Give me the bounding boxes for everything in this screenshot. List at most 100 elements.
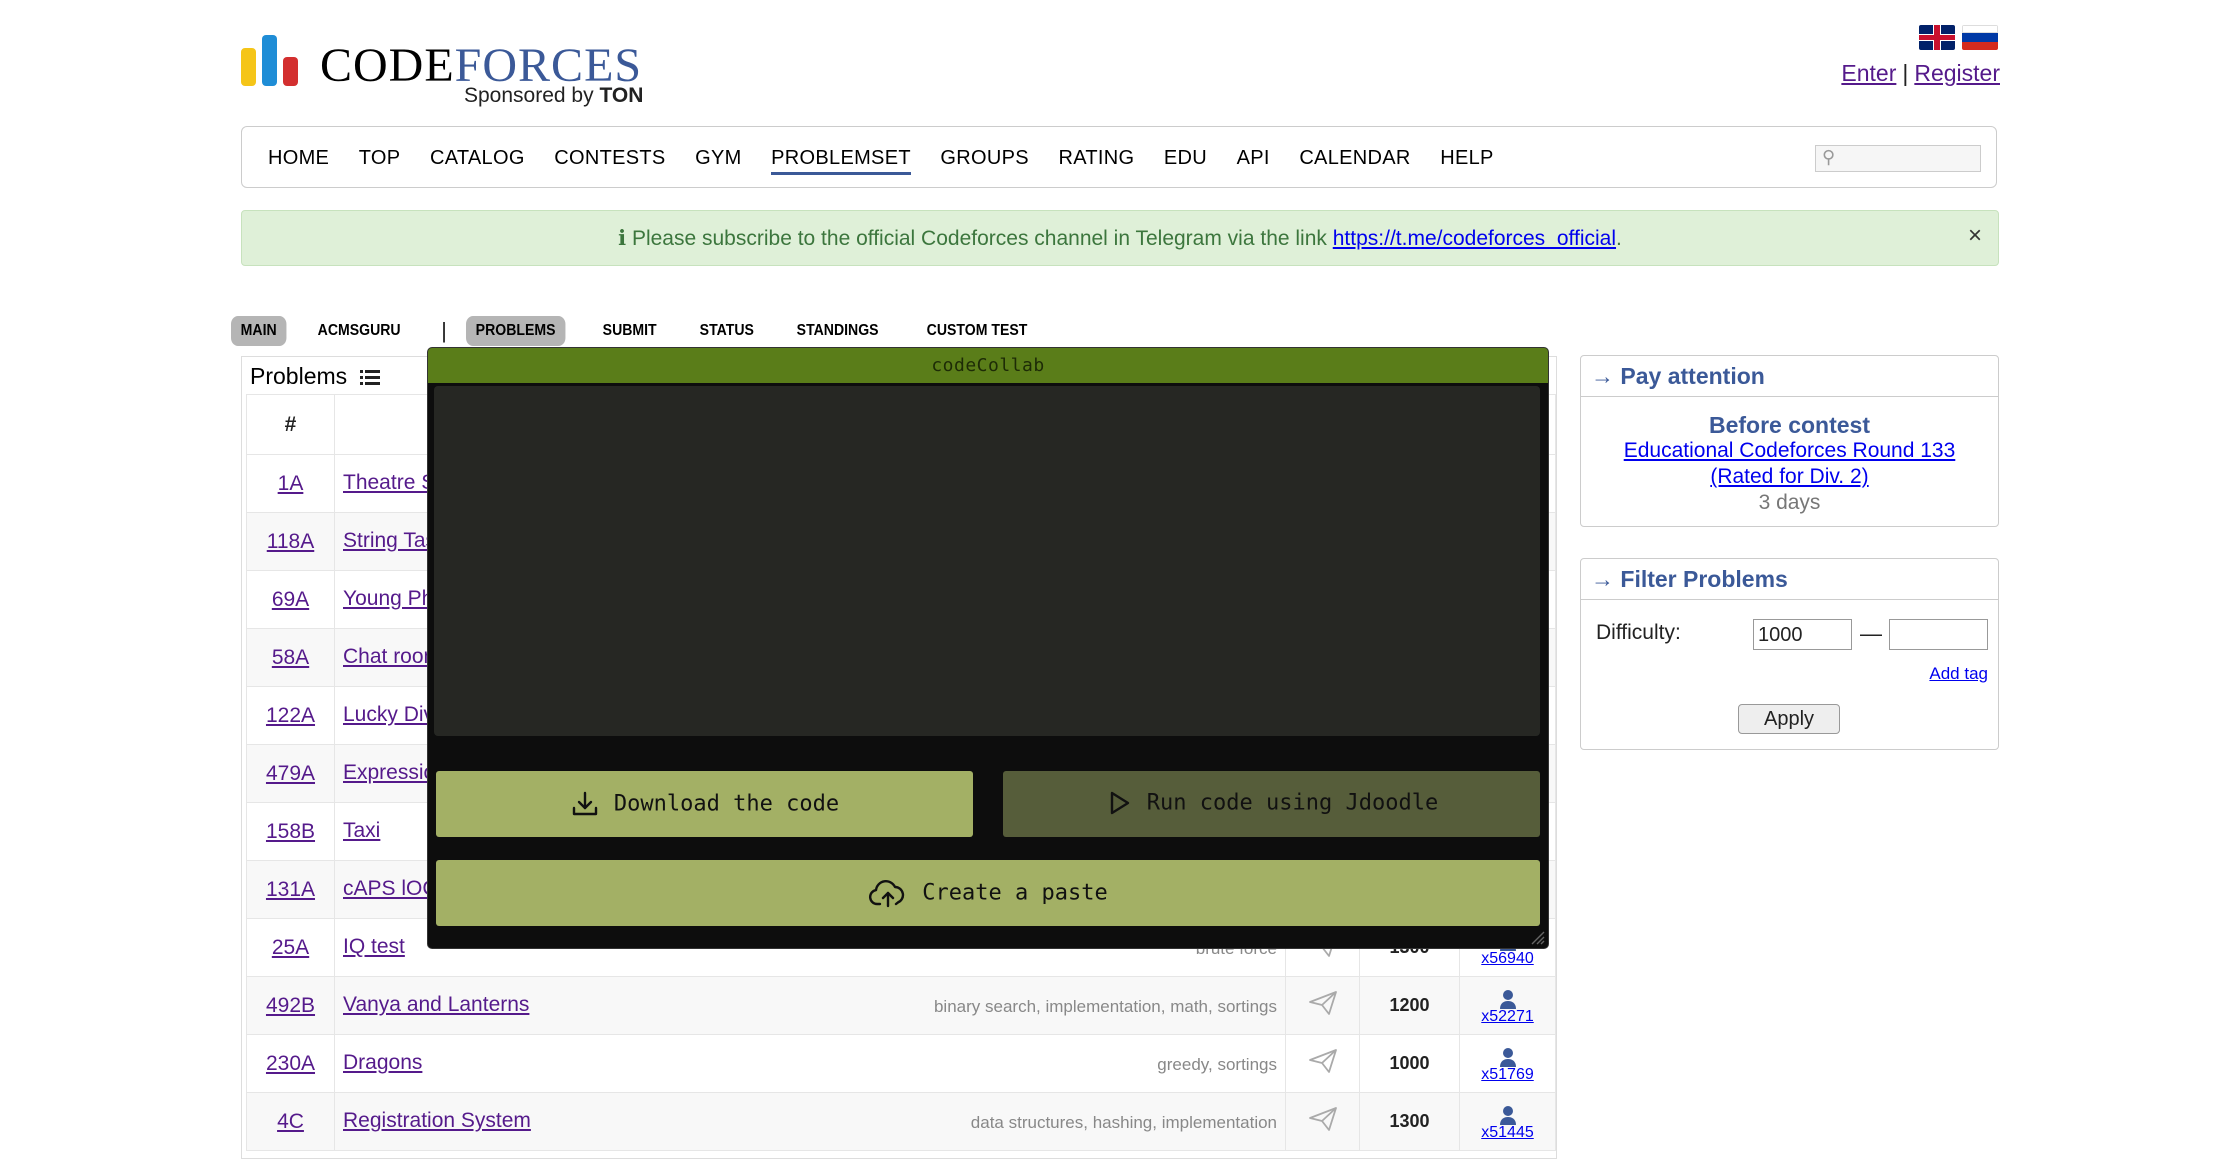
codeforces-logo[interactable]: CODEFORCES Sponsored by TON <box>240 34 660 110</box>
problem-name-link[interactable]: Registration System <box>343 1109 531 1133</box>
problem-id-cell: 158B <box>246 802 335 861</box>
menu-item-rating[interactable]: RATING <box>1058 147 1134 169</box>
problem-tag[interactable]: sortings <box>1217 1055 1277 1074</box>
enter-link[interactable]: Enter <box>1841 60 1896 86</box>
menu-item-calendar[interactable]: CALENDAR <box>1299 147 1410 169</box>
auth-separator: | <box>1902 60 1909 86</box>
russian-flag-icon[interactable] <box>1962 25 1998 50</box>
telegram-notice: ℹ Please subscribe to the official Codef… <box>241 210 1999 266</box>
user-icon <box>1499 1105 1516 1125</box>
solved-count-link[interactable]: x56940 <box>1481 950 1534 967</box>
problem-tag[interactable]: implementation <box>1045 997 1160 1016</box>
problem-name-link[interactable]: Vanya and Lanterns <box>343 993 529 1017</box>
submenu-standings[interactable]: STANDINGS <box>787 316 888 346</box>
problem-name-link[interactable]: IQ test <box>343 935 405 959</box>
tag-separator: , <box>1152 1113 1162 1132</box>
problem-id-link[interactable]: 25A <box>272 936 309 959</box>
problem-tag[interactable]: sortings <box>1217 997 1277 1016</box>
codecollab-title: codeCollab <box>931 355 1045 376</box>
solved-count-link[interactable]: x51769 <box>1481 1066 1534 1083</box>
difficulty-max-input[interactable] <box>1889 619 1988 650</box>
close-icon[interactable]: × <box>1968 222 1982 250</box>
problem-tags: binary search, implementation, math, sor… <box>934 997 1277 1017</box>
table-row: 4C Registration System data structures, ha… <box>246 1092 1556 1151</box>
submenu-submit[interactable]: SUBMIT <box>593 316 666 346</box>
problem-id-link[interactable]: 58A <box>272 646 309 669</box>
contest-link[interactable]: Educational Codeforces Round 133 (Rated f… <box>1624 439 1956 488</box>
run-jdoodle-button[interactable]: Run code using Jdoodle <box>1003 771 1540 837</box>
problem-id-link[interactable]: 158B <box>266 820 315 843</box>
problem-name-cell: Vanya and Lanterns binary search, impleme… <box>334 976 1286 1035</box>
problem-name-link[interactable]: Chat room <box>343 645 441 669</box>
submenu-main[interactable]: MAIN <box>231 316 287 346</box>
problem-id-link[interactable]: 230A <box>266 1052 315 1075</box>
solved-cell: x51769 <box>1459 1034 1556 1093</box>
add-tag-link[interactable]: Add tag <box>1929 664 1988 684</box>
problem-tag[interactable]: hashing <box>1093 1113 1153 1132</box>
problem-id-link[interactable]: 69A <box>272 588 309 611</box>
problem-name-link[interactable]: Dragons <box>343 1051 422 1075</box>
problem-tag[interactable]: math <box>1170 997 1208 1016</box>
create-paste-button[interactable]: Create a paste <box>436 860 1540 926</box>
resize-grip-icon[interactable] <box>1529 929 1545 945</box>
telegram-link[interactable]: https://t.me/codeforces_official <box>1333 227 1616 250</box>
problem-id-cell: 230A <box>246 1034 335 1093</box>
problem-id-link[interactable]: 1A <box>278 472 304 495</box>
problem-id-link[interactable]: 479A <box>266 762 315 785</box>
submit-cell <box>1285 1034 1360 1093</box>
menu-item-api[interactable]: API <box>1237 147 1270 169</box>
cloud-upload-icon <box>869 880 905 908</box>
problem-id-link[interactable]: 122A <box>266 704 315 727</box>
menu-item-top[interactable]: TOP <box>359 147 401 169</box>
problem-tag[interactable]: greedy <box>1157 1055 1208 1074</box>
submenu-acmsguru[interactable]: ACMSGURU <box>308 316 410 346</box>
apply-button[interactable]: Apply <box>1738 704 1840 734</box>
code-editor[interactable] <box>434 386 1540 736</box>
submit-cell <box>1285 1092 1360 1151</box>
problem-id-cell: 479A <box>246 744 335 803</box>
menu-item-catalog[interactable]: CATALOG <box>430 147 525 169</box>
main-menu: HOME TOP CATALOG CONTESTS GYM PROBLEMSET… <box>241 126 1997 188</box>
submenu-status[interactable]: STATUS <box>690 316 764 346</box>
paper-plane-icon[interactable] <box>1308 1048 1338 1074</box>
solved-count-link[interactable]: x52271 <box>1481 1008 1534 1025</box>
submenu-custom-test[interactable]: CUSTOM TEST <box>917 316 1037 346</box>
search-input[interactable]: ⚲ <box>1815 145 1981 172</box>
menu-item-edu[interactable]: EDU <box>1164 147 1207 169</box>
english-flag-icon[interactable] <box>1919 25 1955 50</box>
sponsor-prefix: Sponsored by <box>464 84 594 107</box>
menu-item-gym[interactable]: GYM <box>695 147 741 169</box>
problem-tag[interactable]: binary search <box>934 997 1036 1016</box>
contest-link-line1: Educational Codeforces Round 133 <box>1623 439 1956 462</box>
problem-tag[interactable]: implementation <box>1162 1113 1277 1132</box>
codecollab-titlebar[interactable]: codeCollab <box>428 348 1548 383</box>
menu-item-home[interactable]: HOME <box>268 147 329 169</box>
problem-id-link[interactable]: 131A <box>266 878 315 901</box>
create-paste-label: Create a paste <box>922 880 1108 906</box>
table-row: 230A Dragons greedy, sortings 1000 x51769 <box>246 1034 1556 1093</box>
pay-attention-body: Before contest Educational Codeforces Ro… <box>1581 412 1998 516</box>
tag-separator: , <box>1160 997 1171 1016</box>
paper-plane-icon[interactable] <box>1308 1106 1338 1132</box>
difficulty-min-input[interactable]: 1000 <box>1753 619 1852 650</box>
menu-item-groups[interactable]: GROUPS <box>940 147 1028 169</box>
problem-id-link[interactable]: 118A <box>267 530 315 553</box>
list-icon[interactable] <box>359 369 380 387</box>
sponsor-line: Sponsored by TON <box>464 84 643 108</box>
problem-tag[interactable]: data structures <box>971 1113 1083 1132</box>
menu-item-contests[interactable]: CONTESTS <box>554 147 665 169</box>
problem-id-link[interactable]: 492B <box>266 994 315 1017</box>
table-row: 492B Vanya and Lanterns binary search, imp… <box>246 976 1556 1035</box>
menu-item-problemset[interactable]: PROBLEMSET <box>771 147 911 175</box>
problem-id-cell: 4C <box>246 1092 335 1151</box>
register-link[interactable]: Register <box>1914 60 2000 86</box>
download-icon <box>572 791 598 816</box>
problem-id-link[interactable]: 4C <box>277 1110 304 1133</box>
solved-count-link[interactable]: x51445 <box>1481 1124 1534 1141</box>
menu-item-help[interactable]: HELP <box>1440 147 1493 169</box>
paper-plane-icon[interactable] <box>1308 990 1338 1016</box>
problem-name-link[interactable]: Taxi <box>343 819 380 843</box>
submenu-problems[interactable]: PROBLEMS <box>465 316 565 346</box>
download-code-button[interactable]: Download the code <box>436 771 973 837</box>
problems-title-text: Problems <box>250 363 348 389</box>
